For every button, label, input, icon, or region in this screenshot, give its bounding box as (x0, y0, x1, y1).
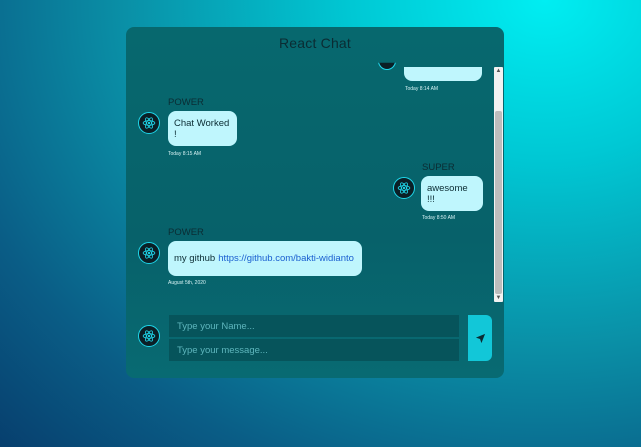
message-bubble: my github https://github.com/bakti-widia… (168, 241, 362, 276)
avatar (138, 112, 160, 134)
composer-inputs (169, 315, 459, 362)
scroll-up-arrow-icon[interactable]: ▲ (494, 67, 503, 75)
react-atom-icon (142, 247, 156, 259)
message-input[interactable] (169, 339, 459, 361)
message-link[interactable]: https://github.com/bakti-widianto (218, 253, 354, 264)
composer-avatar (138, 325, 160, 347)
react-atom-icon (397, 182, 411, 194)
message-sender: SUPER (422, 162, 455, 173)
message-bubble: Chat Worked ! (168, 111, 237, 146)
message-time: August 5th, 2020 (168, 280, 206, 286)
message-bubble: awesome !!! (421, 176, 483, 211)
message-time: Today 8:15 AM (168, 151, 202, 157)
message-sender: POWER (168, 97, 204, 108)
send-button[interactable] (468, 315, 492, 361)
name-input[interactable] (169, 315, 459, 337)
message-time: Today 8:50 AM (422, 215, 456, 221)
messages-scrollbar[interactable]: ▲ ▼ (494, 67, 503, 302)
message-time: Today 8:14 AM (405, 86, 439, 92)
avatar (138, 242, 160, 264)
scroll-thumb[interactable] (495, 111, 502, 294)
scroll-down-arrow-icon[interactable]: ▼ (494, 294, 503, 302)
app-title: React Chat (278, 35, 352, 51)
send-arrow-icon (475, 333, 485, 343)
avatar (393, 177, 415, 199)
message-sender: POWER (168, 227, 204, 238)
react-atom-icon (142, 117, 156, 129)
react-atom-icon (142, 330, 156, 342)
message-text: my github (174, 253, 216, 264)
